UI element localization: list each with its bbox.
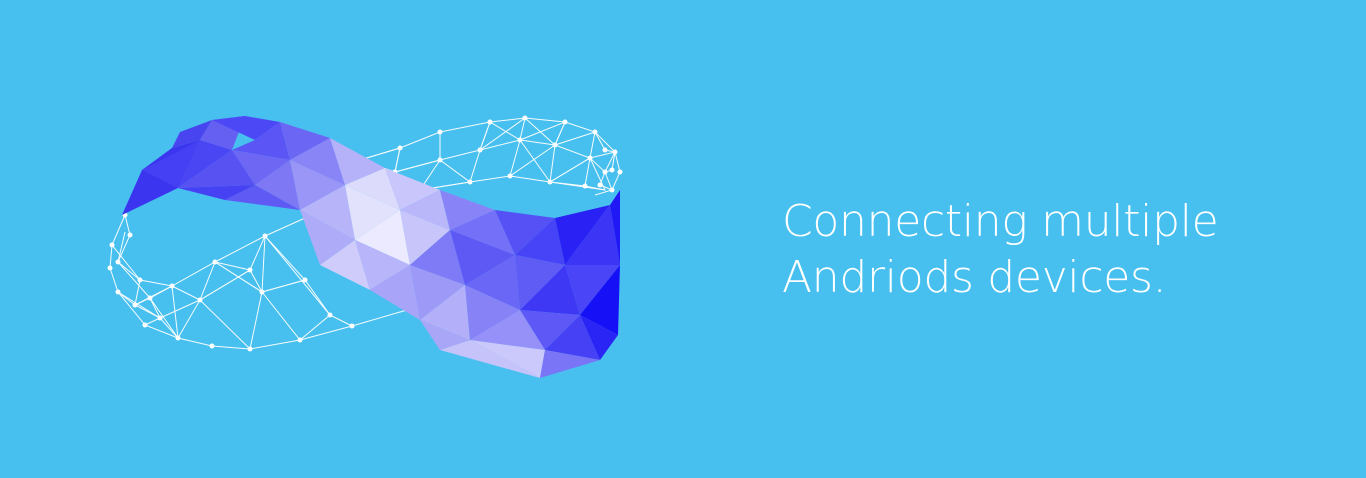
promo-banner: Connecting multiple Andriods devices. [0,0,1366,478]
headline: Connecting multiple Andriods devices. [782,194,1302,306]
headline-line-2: Andriods devices. [782,252,1167,303]
lowpoly-band [122,116,620,378]
infinity-lowpoly-mesh-illustration [107,115,623,378]
headline-line-1: Connecting multiple [782,196,1219,247]
